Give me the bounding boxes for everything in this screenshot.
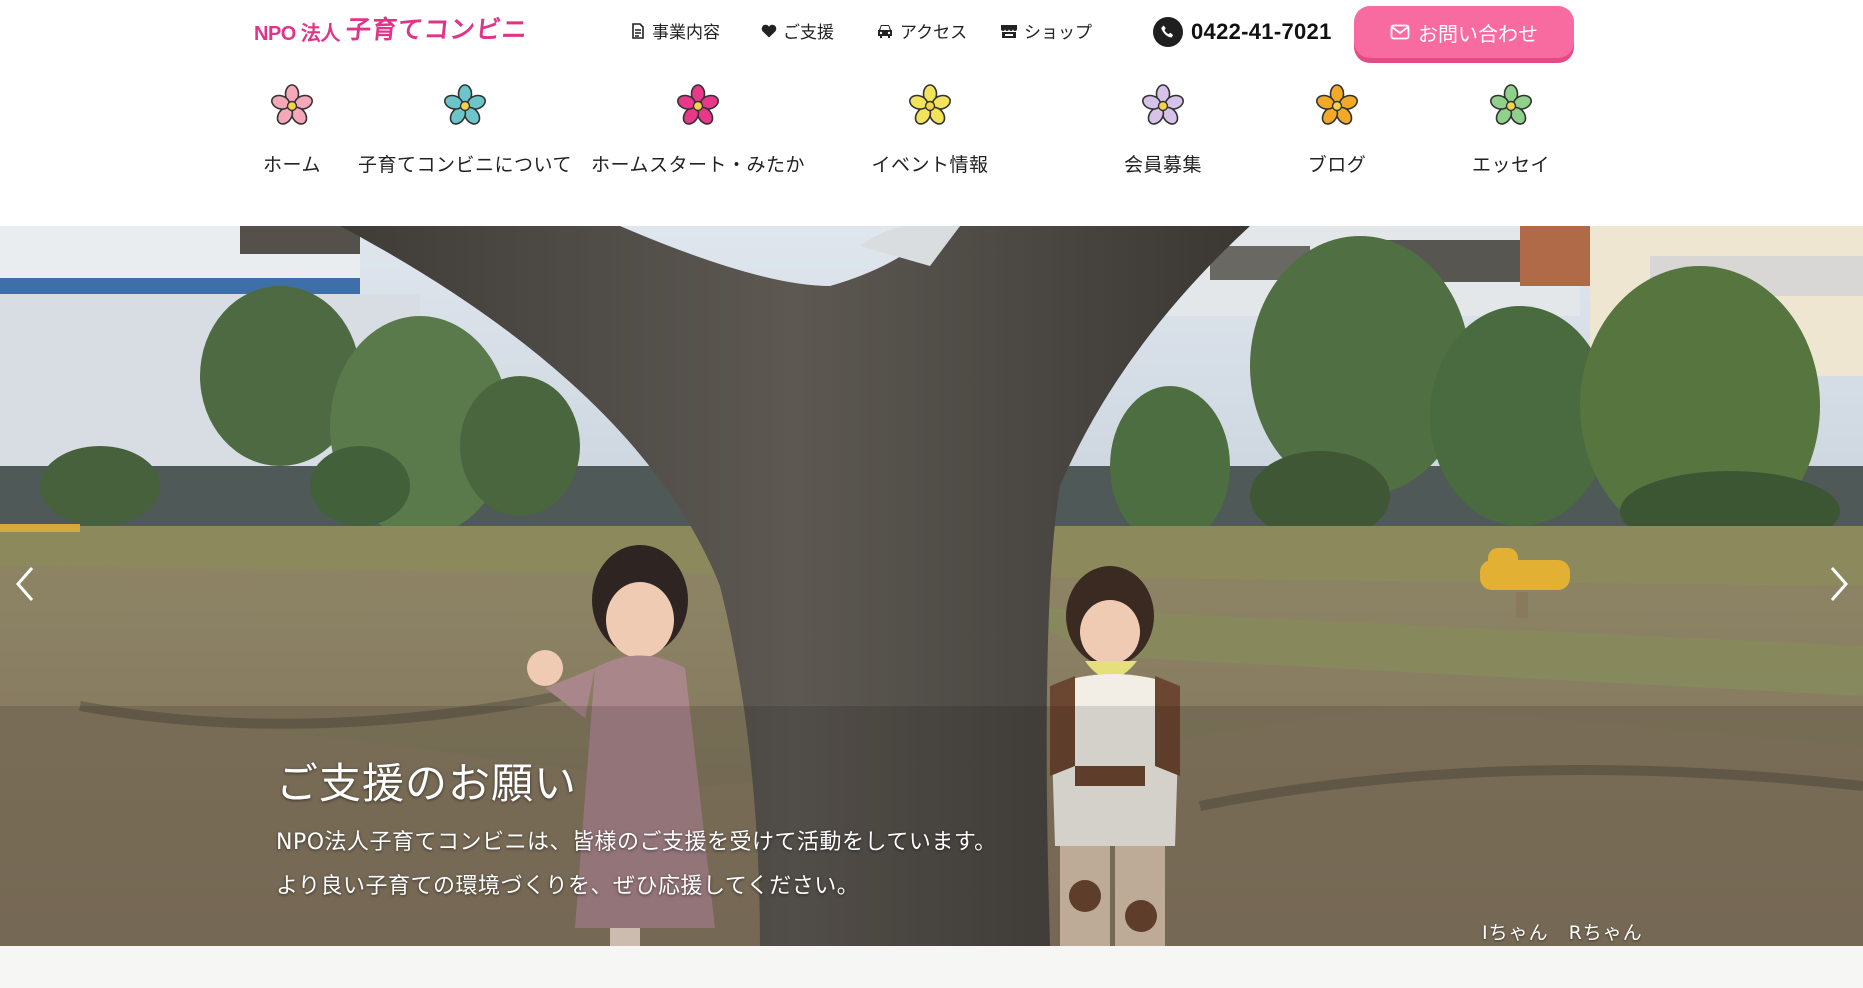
utility-link-support[interactable]: ご支援 <box>761 18 834 43</box>
nav-label: エッセイ <box>1471 154 1550 176</box>
envelope-icon <box>1390 24 1410 40</box>
photo-credit: Iちゃん Rちゃん <box>1482 922 1643 944</box>
flower-icon <box>1141 84 1185 125</box>
utility-link-access[interactable]: アクセス <box>876 18 967 43</box>
nav-item-blog[interactable]: ブログ <box>1300 84 1374 177</box>
nav-label: 会員募集 <box>1123 154 1202 176</box>
chevron-right-icon <box>1830 567 1848 601</box>
slider-next-button[interactable] <box>1822 554 1858 614</box>
hero-text-line-2: より良い子育ての環境づくりを、ぜひ応援してください。 <box>276 874 860 899</box>
flower-icon <box>270 84 314 125</box>
flower-icon <box>908 84 952 125</box>
nav-item-essay[interactable]: エッセイ <box>1466 84 1556 177</box>
nav-label: 子育てコンビニについて <box>358 154 572 176</box>
nav-item-events[interactable]: イベント情報 <box>870 84 990 177</box>
nav-label: ホームスタート・みたか <box>591 154 805 176</box>
phone-link[interactable]: 0422-41-7021 <box>1153 17 1332 47</box>
chevron-left-icon <box>16 567 34 601</box>
heart-icon <box>761 24 777 37</box>
logo-name: 子育てコンビニ <box>344 15 530 44</box>
utility-label: アクセス <box>900 23 968 43</box>
nav-label: ブログ <box>1307 154 1367 176</box>
flower-icon <box>1489 84 1533 125</box>
site-logo[interactable]: NPO 法人 子育てコンビニ <box>254 10 530 46</box>
utility-label: ショップ <box>1024 23 1092 43</box>
contact-label: お問い合わせ <box>1418 21 1538 46</box>
contact-button[interactable]: お問い合わせ <box>1354 6 1574 58</box>
nav-item-homestart[interactable]: ホームスタート・みたか <box>591 84 804 177</box>
hero-slider: ご支援のお願い NPO法人子育てコンビニは、皆様のご支援を受けて活動をしています… <box>0 226 1863 946</box>
phone-icon <box>1153 17 1183 47</box>
utility-link-business[interactable]: 事業内容 <box>630 18 720 43</box>
phone-number: 0422-41-7021 <box>1191 19 1332 44</box>
logo-prefix: NPO 法人 <box>254 23 340 45</box>
flower-icon <box>676 84 720 125</box>
utility-link-shop[interactable]: ショップ <box>1000 18 1092 43</box>
document-icon <box>632 22 644 39</box>
utility-label: ご支援 <box>783 23 834 43</box>
nav-label: イベント情報 <box>871 154 989 176</box>
nav-item-about[interactable]: 子育てコンビニについて <box>358 84 571 177</box>
section-divider <box>0 946 1863 988</box>
nav-item-membership[interactable]: 会員募集 <box>1118 84 1208 177</box>
hero-title: ご支援のお願い <box>276 759 578 808</box>
nav-label: ホーム <box>263 154 321 176</box>
flower-icon <box>1315 84 1359 125</box>
slider-prev-button[interactable] <box>6 554 42 614</box>
car-icon <box>878 24 892 38</box>
hero-text-line-1: NPO法人子育てコンビニは、皆様のご支援を受けて活動をしています。 <box>276 830 997 855</box>
header: NPO 法人 子育てコンビニ 事業内容 ご支援 アクセス ショップ 0422-4… <box>0 0 1863 64</box>
store-icon <box>1001 24 1017 38</box>
flower-icon <box>443 84 487 125</box>
hero-caption: ご支援のお願い NPO法人子育てコンビニは、皆様のご支援を受けて活動をしています… <box>276 750 997 909</box>
utility-label: 事業内容 <box>652 23 720 43</box>
nav-item-home[interactable]: ホーム <box>262 84 322 177</box>
hero-text: NPO法人子育てコンビニは、皆様のご支援を受けて活動をしています。 より良い子育… <box>276 821 997 909</box>
